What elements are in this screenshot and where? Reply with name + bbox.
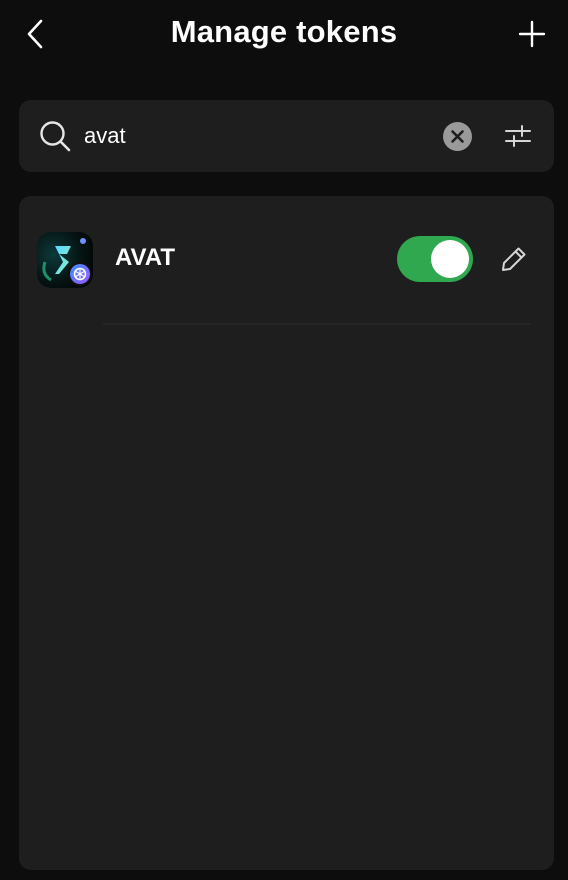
token-symbol: AVAT [115,244,175,271]
pencil-icon [502,247,526,271]
token-list: AVAT [19,196,554,870]
manage-tokens-screen: Manage tokens avat AVAT [0,0,568,880]
add-token-button[interactable] [514,16,550,52]
filter-button[interactable] [503,122,533,150]
page-title: Manage tokens [170,14,398,49]
search-input[interactable] [84,118,424,154]
token-visibility-toggle[interactable] [397,236,473,282]
row-divider [103,323,531,325]
avat-token-logo [37,232,93,288]
clear-icon [451,130,464,143]
search-bar [19,100,554,172]
plus-icon [518,20,546,48]
search-icon [40,121,71,152]
edit-token-button[interactable] [499,244,529,274]
sliders-icon [505,125,531,147]
header: Manage tokens [0,0,568,72]
token-row[interactable]: AVAT [19,220,554,325]
clear-search-button[interactable] [443,122,472,151]
toggle-knob [431,240,469,278]
